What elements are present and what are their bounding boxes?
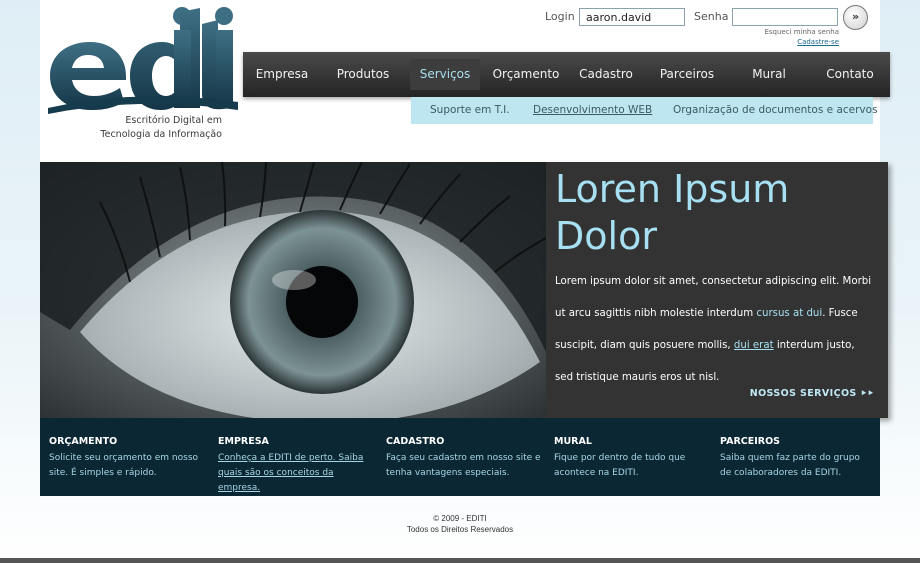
feature-text-parceiros: Saiba quem faz parte do grupo de colabor…	[720, 453, 860, 478]
feature-title-mural[interactable]: MURAL	[554, 436, 704, 448]
register-link[interactable]: Cadastre-se	[736, 38, 839, 46]
nav-item-servicos[interactable]: Serviços	[410, 59, 480, 90]
tagline-line-2: Tecnologia da Informação	[100, 129, 222, 140]
password-input[interactable]	[732, 8, 838, 26]
feature-column-cadastro: CADASTRO Faça seu cadastro em nosso site…	[386, 436, 544, 481]
eye-illustration	[40, 162, 546, 418]
login-label: Login	[545, 10, 575, 23]
login-submit-button[interactable]: »	[843, 5, 868, 30]
feature-text-orcamento: Solicite seu orçamento em nosso site. É …	[49, 453, 199, 478]
double-arrow-right-icon: ⯈⯈	[860, 389, 874, 398]
hero-body-link-1[interactable]: cursus at dui	[756, 308, 822, 319]
feature-column-parceiros: PARCEIROS Saiba quem faz parte do grupo …	[720, 436, 872, 481]
nav-item-empresa[interactable]: Empresa	[243, 52, 321, 97]
hero-body-link-2[interactable]: dui erat	[734, 340, 774, 351]
nav-item-cadastro[interactable]: Cadastro	[570, 52, 642, 97]
tagline-line-1: Escritório Digital em	[125, 115, 222, 126]
feature-title-orcamento[interactable]: ORÇAMENTO	[49, 436, 209, 448]
hero-cta-label: NOSSOS SERVIÇOS	[749, 388, 857, 399]
feature-text-empresa[interactable]: Conheça a EDITI de perto. Saiba quais sã…	[218, 451, 378, 496]
subnav-item-organizacao[interactable]: Organização de documentos e acervos	[673, 97, 878, 124]
nav-item-produtos[interactable]: Produtos	[325, 52, 401, 97]
feature-title-parceiros[interactable]: PARCEIROS	[720, 436, 872, 448]
subnav-item-suporte[interactable]: Suporte em T.I.	[430, 97, 510, 124]
hero-eye-image	[40, 162, 546, 418]
bottom-border	[0, 558, 920, 563]
feature-column-orcamento: ORÇAMENTO Solicite seu orçamento em noss…	[49, 436, 209, 481]
hero-title: Loren Ipsum Dolor	[555, 167, 790, 258]
feature-title-empresa[interactable]: EMPRESA	[218, 436, 378, 448]
hero-body: Lorem ipsum dolor sit amet, consectetur …	[555, 266, 873, 394]
nav-item-mural[interactable]: Mural	[735, 52, 803, 97]
nossos-servicos-link[interactable]: NOSSOS SERVIÇOS ⯈⯈	[740, 388, 874, 399]
password-label: Senha	[694, 10, 729, 23]
feature-text-cadastro: Faça seu cadastro em nosso site e tenha …	[386, 453, 541, 478]
services-subnav: Suporte em T.I. Desenvolvimento WEB Orga…	[411, 97, 878, 124]
logo-tagline: Escritório Digital em Tecnologia da Info…	[90, 114, 222, 142]
forgot-password-link[interactable]: Esqueci minha senha	[736, 28, 839, 36]
feature-text-mural: Fique por dentro de tudo que acontece na…	[554, 453, 686, 478]
login-input[interactable]	[579, 8, 685, 26]
feature-column-mural: MURAL Fique por dentro de tudo que acont…	[554, 436, 704, 481]
nav-item-orcamento[interactable]: Orçamento	[488, 52, 564, 97]
editi-logo-mark	[48, 7, 238, 114]
main-nav: Empresa Produtos Serviços Orçamento Cada…	[243, 52, 890, 97]
copyright-line-1: © 2009 - EDITI	[433, 514, 487, 523]
feature-column-empresa: EMPRESA Conheça a EDITI de perto. Saiba …	[218, 436, 378, 496]
copyright: © 2009 - EDITI Todos os Direitos Reserva…	[360, 513, 560, 535]
double-chevron-right-icon: »	[851, 10, 860, 23]
copyright-line-2: Todos os Direitos Reservados	[406, 525, 514, 534]
nav-item-contato[interactable]: Contato	[815, 52, 885, 97]
subnav-item-desenvolvimento[interactable]: Desenvolvimento WEB	[533, 97, 652, 124]
feature-title-cadastro[interactable]: CADASTRO	[386, 436, 544, 448]
nav-item-parceiros[interactable]: Parceiros	[649, 52, 725, 97]
